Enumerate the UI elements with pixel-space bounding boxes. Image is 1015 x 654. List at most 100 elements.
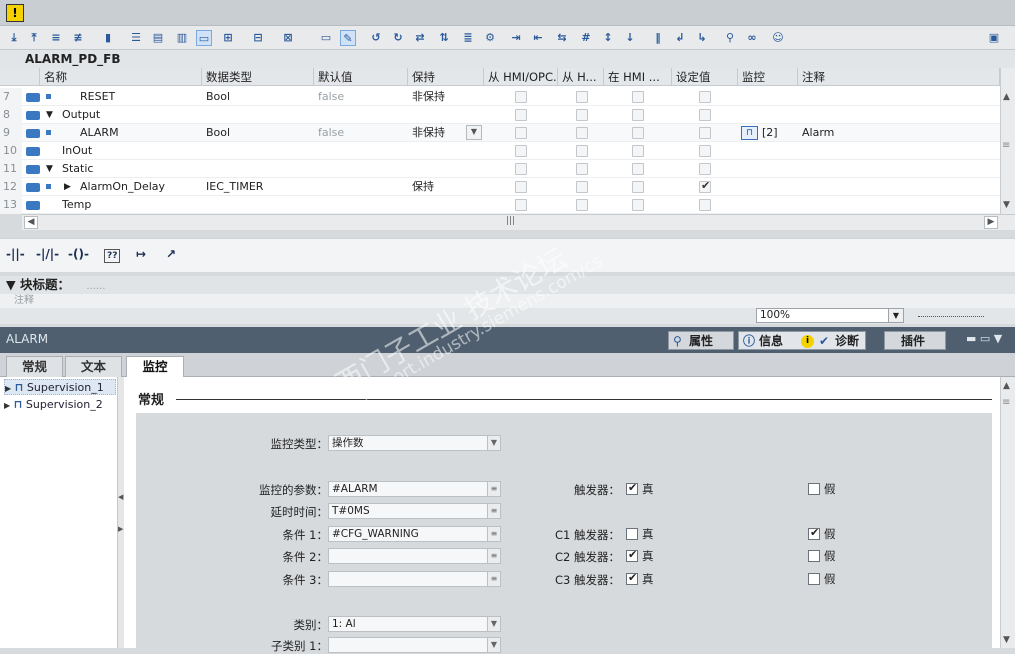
supervision-icon[interactable]: ⊓	[741, 126, 758, 140]
cond1-field[interactable]: #CFG_WARNING	[328, 526, 488, 542]
sort-icon[interactable]: ↕	[600, 30, 616, 46]
cond2-field[interactable]	[328, 548, 488, 564]
c3-true-checkbox[interactable]: 真	[626, 571, 654, 587]
warning-icon[interactable]: !	[6, 4, 24, 22]
hmi-write-checkbox[interactable]	[576, 91, 588, 103]
scroll-left-icon[interactable]: ◀	[24, 216, 38, 229]
network-overview-icon[interactable]: ⊠	[280, 30, 296, 46]
row-monitor[interactable]: [2]	[762, 124, 778, 142]
outdent-icon[interactable]: ⇤	[530, 30, 546, 46]
scroll-grip-icon[interactable]: ≡	[1002, 397, 1010, 408]
indent-icon[interactable]: ⇥	[508, 30, 524, 46]
hmi-write-checkbox[interactable]	[576, 199, 588, 211]
scroll-right-icon[interactable]: ▶	[984, 216, 998, 229]
assignment-list-icon[interactable]: ≣	[460, 30, 476, 46]
zoom-dropdown-icon[interactable]: ▼	[888, 308, 904, 323]
param-field[interactable]: #ALARM	[328, 481, 488, 497]
hmi-visible-checkbox[interactable]	[632, 91, 644, 103]
c2-true-checkbox[interactable]: 真	[626, 548, 654, 564]
c1-false-checkbox[interactable]: 假	[808, 526, 836, 542]
coil-icon[interactable]: -()-	[68, 247, 89, 265]
checkbox-icon[interactable]	[808, 550, 820, 562]
step-over-icon[interactable]: ↳	[694, 30, 710, 46]
table-vertical-scrollbar[interactable]: ▲ ≡ ▼	[1000, 68, 1015, 214]
align-icon[interactable]: ⇆	[554, 30, 570, 46]
hmi-access-checkbox[interactable]	[515, 199, 527, 211]
col-hmi-write[interactable]: 从 H...	[558, 68, 604, 86]
tab-supervision[interactable]: 监控	[126, 356, 184, 378]
insert-network-icon[interactable]: ≡	[48, 30, 64, 46]
tree-item-supervision-2[interactable]: ▶ ⊓ Supervision_2	[4, 397, 116, 413]
row-name[interactable]: InOut	[62, 142, 92, 160]
hmi-visible-checkbox[interactable]	[632, 127, 644, 139]
checkbox-icon[interactable]	[626, 528, 638, 540]
hmi-visible-checkbox[interactable]	[632, 163, 644, 175]
window-controls-icon[interactable]: ▬ ▭ ▼	[966, 332, 1002, 345]
row-comment[interactable]: Alarm	[802, 124, 834, 142]
pause-icon[interactable]: ‖	[650, 30, 666, 46]
row-name[interactable]: Temp	[62, 196, 91, 214]
row-name[interactable]: Static	[62, 160, 93, 178]
cond1-picker-icon[interactable]: ≡	[487, 526, 501, 542]
settings-icon[interactable]: ⚙	[482, 30, 498, 46]
table-row[interactable]: 13 Temp	[0, 196, 1000, 214]
checkbox-icon[interactable]	[808, 483, 820, 495]
table-row[interactable]: 12 ▶ AlarmOn_Delay IEC_TIMER 保持	[0, 178, 1000, 196]
col-hmi-access[interactable]: 从 HMI/OPC...	[484, 68, 558, 86]
cond3-field[interactable]	[328, 571, 488, 587]
table-horizontal-scrollbar[interactable]: ◀ ||| ▶	[22, 214, 1015, 230]
tab-info[interactable]: ⓘ 信息 i ✔ 诊断	[738, 331, 866, 350]
collapse-icon[interactable]: ▼	[46, 160, 53, 178]
collapse-all-icon[interactable]: ▥	[174, 30, 190, 46]
table-row[interactable]: 8 ▼ Output	[0, 106, 1000, 124]
zoom-select[interactable]: 100%	[756, 308, 904, 323]
panel-toggle-icon[interactable]: ▣	[986, 30, 1002, 46]
go-to-icon[interactable]: ↺	[368, 30, 384, 46]
block-title-row[interactable]: ▼ 块标题： ......	[0, 276, 1015, 294]
scroll-down-icon[interactable]: ▼	[1003, 635, 1010, 645]
trigger-false-checkbox[interactable]: 假	[808, 481, 836, 497]
tab-diagnostics[interactable]: 诊断	[835, 332, 859, 351]
monitor-type-select[interactable]: 操作数	[328, 435, 488, 451]
collapse-icon[interactable]: ▼	[6, 277, 20, 292]
setpoint-checkbox[interactable]	[699, 163, 711, 175]
retain-dropdown-icon[interactable]: ▼	[466, 125, 482, 140]
table-row[interactable]: 11 ▼ Static	[0, 160, 1000, 178]
row-name[interactable]: ALARM	[80, 124, 119, 142]
hmi-write-checkbox[interactable]	[576, 127, 588, 139]
hmi-access-checkbox[interactable]	[515, 145, 527, 157]
expand-icon[interactable]: ▶	[5, 384, 11, 393]
c1-true-checkbox[interactable]: 真	[626, 526, 654, 542]
properties-scrollbar[interactable]: ▲ ≡ ▼	[1000, 377, 1015, 648]
checkbox-icon[interactable]	[808, 526, 820, 540]
expand-right-icon[interactable]: ▶	[118, 525, 123, 533]
tab-general[interactable]: 常规	[6, 356, 63, 377]
category-dropdown-icon[interactable]: ▼	[487, 616, 501, 632]
expand-all-icon[interactable]: ▤	[150, 30, 166, 46]
table-row[interactable]: 10 InOut	[0, 142, 1000, 160]
scroll-up-icon[interactable]: ▲	[1003, 92, 1010, 102]
category-select[interactable]: 1: Al	[328, 616, 488, 632]
setpoint-checkbox[interactable]	[699, 109, 711, 121]
row-name[interactable]: RESET	[80, 88, 115, 106]
cross-ref-icon[interactable]: ⇄	[412, 30, 428, 46]
user-icon[interactable]: ☺	[770, 30, 786, 46]
trigger-true-checkbox[interactable]: 真	[626, 481, 654, 497]
zoom-slider[interactable]	[918, 313, 984, 317]
collapse-icon[interactable]: ▼	[46, 106, 53, 124]
glasses-icon[interactable]: ∞	[744, 30, 760, 46]
checkbox-icon[interactable]	[626, 571, 638, 585]
row-datatype[interactable]: Bool	[206, 124, 230, 142]
scroll-down-icon[interactable]: ▼	[1003, 200, 1010, 210]
col-name[interactable]: 名称	[40, 68, 202, 86]
tab-plugins[interactable]: 插件	[884, 331, 946, 350]
compile-icon[interactable]: ▮	[100, 30, 116, 46]
empty-box-icon[interactable]: ??	[104, 249, 121, 263]
block-title-placeholder[interactable]: ......	[86, 281, 105, 292]
open-branch-icon[interactable]: ↦	[136, 247, 146, 265]
row-datatype[interactable]: IEC_TIMER	[206, 178, 263, 196]
call-structure-icon[interactable]: ⇅	[436, 30, 452, 46]
expand-icon[interactable]: ▶	[4, 401, 10, 410]
delay-field[interactable]: T#0MS	[328, 503, 488, 519]
highlight-icon[interactable]: ✎	[340, 30, 356, 46]
